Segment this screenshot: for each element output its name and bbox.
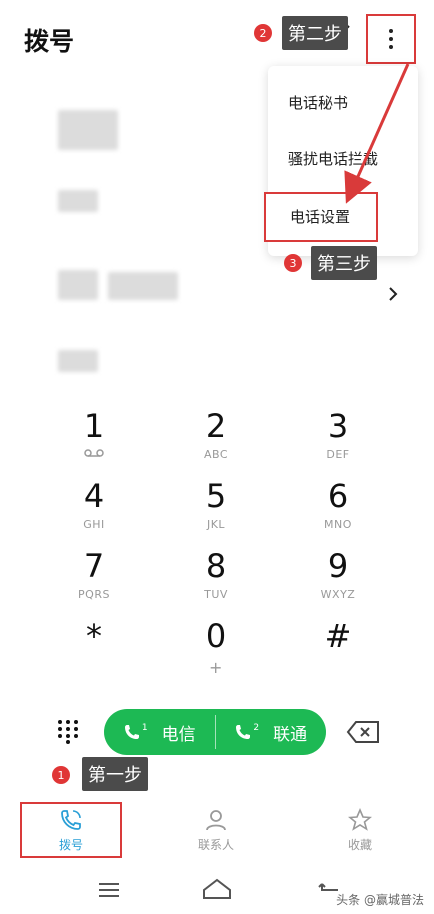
dialpad-key-hash[interactable]: #	[288, 620, 388, 658]
key-digit: 6	[327, 477, 349, 515]
step-three-label: 第三步	[311, 246, 377, 280]
step-two-badge: 2	[254, 24, 272, 42]
call-button-group: 1 电信 2 联通	[104, 709, 326, 755]
key-letters: PQRS	[78, 588, 110, 601]
key-digit: 9	[327, 547, 349, 585]
dialpad-grid-icon[interactable]	[56, 718, 80, 744]
sim-carrier-label: 电信	[161, 724, 196, 745]
tab-label: 联系人	[197, 838, 234, 852]
menu-nav-icon[interactable]	[98, 882, 120, 898]
dialpad-key-1[interactable]: 1	[44, 410, 144, 461]
dialpad-key-2[interactable]: 2 ABC	[166, 410, 266, 461]
key-digit: 7	[83, 547, 105, 585]
dialpad-key-5[interactable]: 5 JKL	[166, 480, 266, 531]
key-digit: *	[86, 617, 102, 655]
menu-item-call-settings-box[interactable]: 电话设置	[264, 192, 378, 242]
person-icon	[206, 810, 226, 831]
phone-icon	[61, 810, 81, 830]
key-letters: ABC	[203, 448, 229, 461]
tab-label: 收藏	[347, 838, 372, 852]
key-digit: 0	[205, 617, 227, 655]
key-digit: #	[324, 617, 352, 655]
more-dot-icon	[389, 29, 393, 33]
backspace-icon[interactable]	[346, 720, 380, 744]
sim-carrier-label: 联通	[273, 724, 308, 745]
dialpad-key-7[interactable]: 7 PQRS	[44, 550, 144, 601]
blurred-recent-entry	[58, 350, 98, 372]
dialpad-key-0[interactable]: 0 +	[166, 620, 266, 677]
tab-label: 拨号	[58, 838, 83, 852]
star-icon	[348, 808, 372, 831]
key-letters: WXYZ	[320, 588, 356, 601]
chevron-right-icon[interactable]	[386, 286, 400, 302]
more-dot-icon	[389, 37, 393, 41]
key-letters	[44, 448, 144, 461]
key-digit: 3	[327, 407, 349, 445]
step-three-badge: 3	[284, 254, 302, 272]
key-letters: GHI	[83, 518, 105, 531]
key-digit: 1	[83, 407, 105, 445]
dialpad-key-9[interactable]: 9 WXYZ	[288, 550, 388, 601]
step-one-label: 第一步	[82, 757, 148, 791]
key-digit: 5	[205, 477, 227, 515]
tab-favorites[interactable]: 收藏	[310, 808, 410, 853]
menu-item-phone-secretary[interactable]: 电话秘书	[288, 92, 348, 113]
phone-icon	[236, 725, 251, 739]
step-one-badge: 1	[52, 766, 70, 784]
key-letters: +	[209, 658, 223, 677]
blurred-recent-entry	[58, 190, 98, 212]
key-letters: MNO	[324, 518, 352, 531]
more-options-button[interactable]	[366, 14, 416, 64]
sim-index: 2	[253, 723, 260, 733]
watermark: 头条 @赢城普法	[336, 893, 424, 907]
menu-item-call-settings: 电话设置	[290, 208, 351, 226]
step-two-label: 第二步	[282, 16, 348, 50]
page-title: 拨号	[24, 27, 75, 56]
home-nav-icon[interactable]	[202, 878, 232, 900]
key-letters: DEF	[326, 448, 350, 461]
dialpad-key-3[interactable]: 3 DEF	[288, 410, 388, 461]
sim-index: 1	[141, 723, 148, 733]
voicemail-icon	[84, 449, 104, 457]
key-digit: 8	[205, 547, 227, 585]
key-digit: 4	[83, 477, 105, 515]
tab-dial[interactable]: 拨号	[21, 808, 121, 853]
blurred-recent-entry	[58, 110, 118, 150]
key-letters: TUV	[204, 588, 228, 601]
blurred-recent-entry	[108, 272, 178, 300]
phone-icon	[124, 725, 139, 739]
dialpad-key-8[interactable]: 8 TUV	[166, 550, 266, 601]
dialpad-key-star[interactable]: *	[44, 620, 144, 658]
call-sim2-button[interactable]: 2 联通	[216, 709, 327, 755]
dialpad-key-4[interactable]: 4 GHI	[44, 480, 144, 531]
key-letters: JKL	[206, 518, 226, 531]
call-sim1-button[interactable]: 1 电信	[104, 709, 215, 755]
blurred-recent-entry	[58, 270, 98, 300]
more-dot-icon	[389, 45, 393, 49]
dialpad-key-6[interactable]: 6 MNO	[288, 480, 388, 531]
menu-item-spam-block[interactable]: 骚扰电话拦截	[288, 148, 378, 169]
tab-contacts[interactable]: 联系人	[166, 808, 266, 853]
key-digit: 2	[205, 407, 227, 445]
